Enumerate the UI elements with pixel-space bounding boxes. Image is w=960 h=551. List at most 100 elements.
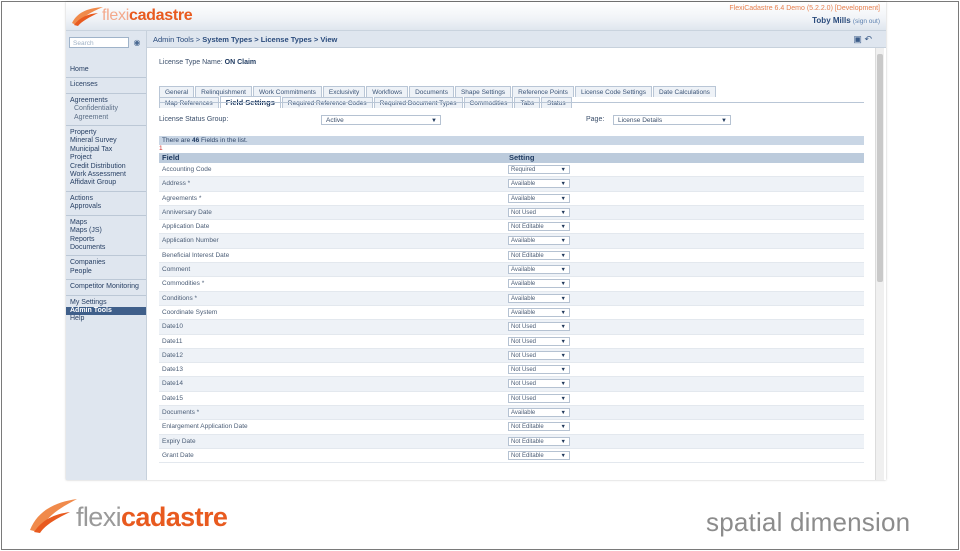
sidebar-item-credit-distribution[interactable]: Credit Distribution — [66, 163, 146, 171]
sidebar-item-agreements[interactable]: Agreements — [66, 92, 146, 105]
sidebar-item-affidavit-group[interactable]: Affidavit Group — [66, 179, 146, 187]
table-row: Grant Date Not Editable ▼ — [159, 449, 864, 464]
breadcrumb-admin-tools[interactable]: Admin Tools > — [153, 35, 202, 44]
sidebar-item-companies[interactable]: Companies — [66, 255, 146, 267]
tab-date-calculations[interactable]: Date Calculations — [652, 86, 716, 97]
field-setting-select[interactable]: Available ▼ — [508, 265, 570, 275]
field-setting-select[interactable]: Required ▼ — [508, 165, 570, 174]
field-setting-select[interactable]: Available ▼ — [508, 193, 570, 203]
field-setting-select[interactable]: Not Editable ▼ — [508, 422, 570, 432]
table-row: Enlargement Application Date Not Editable… — [159, 420, 864, 435]
flexicadastre-logo-icon[interactable] — [70, 5, 104, 27]
dropdown-arrow-icon: ▼ — [560, 295, 566, 302]
vertical-scrollbar[interactable] — [875, 48, 884, 480]
undo-icon[interactable]: ↶ — [864, 34, 872, 44]
field-setting-select[interactable]: Not Editable ▼ — [508, 222, 570, 232]
sidebar-item-maps[interactable]: Maps — [66, 214, 146, 227]
column-header-setting[interactable]: Setting — [509, 153, 534, 163]
app-logo-text[interactable]: flexicadastre — [102, 7, 193, 25]
grid-header: Field Setting — [159, 153, 864, 163]
sidebar-item-confidentiality-agreement[interactable]: Confidentiality Agreement — [66, 105, 146, 122]
page-label: Page: — [586, 116, 605, 123]
flexicadastre-swoosh-icon — [30, 499, 77, 533]
sidebar-item-approvals[interactable]: Approvals — [66, 203, 146, 211]
column-header-field[interactable]: Field — [162, 153, 180, 163]
dropdown-arrow-icon: ▼ — [560, 209, 566, 216]
field-setting-select[interactable]: Not Editable ▼ — [508, 250, 570, 260]
footer-logo-part2: cadastre — [121, 502, 228, 532]
field-setting-select[interactable]: Not Used ▼ — [508, 393, 570, 403]
page-number-mark[interactable]: 1 — [159, 145, 163, 152]
field-setting-select[interactable]: Not Used ▼ — [508, 350, 570, 360]
field-name-cell: Date10 — [162, 323, 183, 331]
field-setting-select[interactable]: Not Editable ▼ — [508, 450, 570, 460]
field-setting-select[interactable]: Not Used ▼ — [508, 336, 570, 346]
sidebar-item-my-settings[interactable]: My Settings — [66, 294, 146, 307]
field-name-cell: Date12 — [162, 351, 183, 359]
license-type-name: License Type Name: ON Claim — [159, 59, 256, 66]
table-row: Application Date Not Editable ▼ — [159, 220, 864, 235]
field-setting-value: Available — [511, 181, 536, 188]
dropdown-arrow-icon: ▼ — [560, 381, 566, 388]
sign-out-link[interactable]: (sign out) — [853, 18, 880, 25]
field-setting-value: Not Editable — [511, 224, 544, 231]
record-count-bar: There are 46 Fields in the list. — [159, 136, 864, 145]
sidebar-item-people[interactable]: People — [66, 268, 146, 276]
sidebar-item-work-assessment[interactable]: Work Assessment — [66, 171, 146, 179]
dropdown-arrow-icon: ▼ — [560, 238, 566, 245]
sidebar-item-reports[interactable]: Reports — [66, 236, 146, 244]
main-content: License Type Name: ON Claim General Relin… — [147, 48, 874, 480]
sidebar-item-competitor-monitoring[interactable]: Competitor Monitoring — [66, 279, 146, 291]
dropdown-arrow-icon: ▼ — [721, 118, 727, 124]
sidebar: Search ◉ Home Licenses Agreements Confid… — [66, 31, 147, 480]
field-setting-select[interactable]: Not Used ▼ — [508, 365, 570, 375]
field-setting-select[interactable]: Not Used ▼ — [508, 207, 570, 217]
field-setting-select[interactable]: Available ▼ — [508, 307, 570, 317]
dropdown-arrow-icon: ▼ — [560, 452, 566, 459]
field-setting-value: Not Used — [511, 324, 537, 331]
field-setting-value: Not Used — [511, 352, 537, 359]
sidebar-item-property[interactable]: Property — [66, 125, 146, 137]
table-row: Commodities * Available ▼ — [159, 277, 864, 292]
sidebar-item-admin-tools[interactable]: Admin Tools — [66, 306, 146, 316]
save-icon[interactable]: ▣ — [853, 34, 862, 44]
field-setting-value: Available — [511, 267, 536, 274]
field-setting-select[interactable]: Not Editable ▼ — [508, 436, 570, 446]
field-setting-select[interactable]: Available ▼ — [508, 408, 570, 418]
sidebar-item-municipal-tax[interactable]: Municipal Tax — [66, 146, 146, 154]
sidebar-item-mineral-survey[interactable]: Mineral Survey — [66, 137, 146, 145]
field-setting-select[interactable]: Available ▼ — [508, 236, 570, 246]
field-setting-value: Not Editable — [511, 438, 544, 445]
license-type-value: ON Claim — [224, 59, 257, 66]
field-setting-select[interactable]: Not Used ▼ — [508, 322, 570, 332]
sidebar-item-actions[interactable]: Actions — [66, 190, 146, 203]
table-row: Date15 Not Used ▼ — [159, 392, 864, 407]
count-text-post: Fields in the list. — [199, 137, 248, 144]
sidebar-item-home[interactable]: Home — [66, 66, 146, 74]
field-setting-select[interactable]: Available ▼ — [508, 179, 570, 189]
scrollbar-thumb[interactable] — [877, 54, 883, 282]
field-name-cell: Date14 — [162, 380, 183, 388]
field-setting-value: Not Used — [511, 381, 537, 388]
search-input[interactable]: Search — [69, 37, 129, 48]
tab-license-code-settings[interactable]: License Code Settings — [574, 86, 652, 97]
breadcrumb-path[interactable]: System Types > License Types > View — [202, 35, 337, 44]
breadcrumb-bar: Admin Tools > System Types > License Typ… — [147, 31, 886, 48]
page-select[interactable]: License Details ▼ — [613, 115, 731, 125]
field-setting-value: Not Used — [511, 395, 537, 402]
dropdown-arrow-icon: ▼ — [560, 195, 566, 202]
status-group-select[interactable]: Active ▼ — [321, 115, 441, 125]
field-setting-select[interactable]: Not Used ▼ — [508, 379, 570, 389]
status-group-value: Active — [326, 117, 344, 124]
sidebar-item-help[interactable]: Help — [66, 315, 146, 323]
sidebar-item-licenses[interactable]: Licenses — [66, 77, 146, 89]
sidebar-item-project[interactable]: Project — [66, 154, 146, 162]
tab-row-1: General Relinquishment Work Commitments Exc… — [159, 79, 717, 97]
sidebar-item-documents[interactable]: Documents — [66, 244, 146, 252]
dropdown-arrow-icon: ▼ — [560, 438, 566, 445]
field-setting-select[interactable]: Available ▼ — [508, 293, 570, 303]
binoculars-icon[interactable]: ◉ — [132, 37, 142, 48]
field-setting-select[interactable]: Available ▼ — [508, 279, 570, 289]
table-row: Anniversary Date Not Used ▼ — [159, 205, 864, 221]
sidebar-item-maps-js[interactable]: Maps (JS) — [66, 227, 146, 235]
